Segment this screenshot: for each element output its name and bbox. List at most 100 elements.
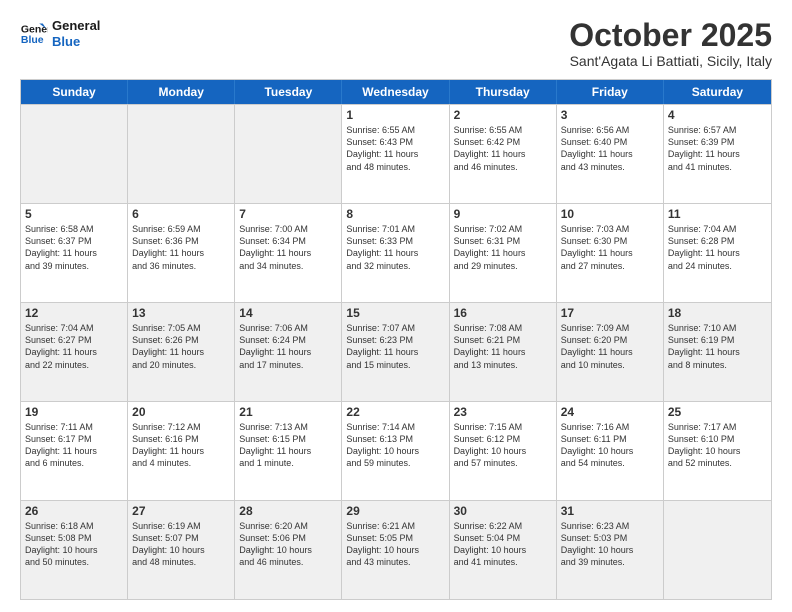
day-info: Sunrise: 7:10 AM Sunset: 6:19 PM Dayligh… [668, 322, 767, 371]
calendar-header: SundayMondayTuesdayWednesdayThursdayFrid… [21, 80, 771, 104]
day-info: Sunrise: 7:12 AM Sunset: 6:16 PM Dayligh… [132, 421, 230, 470]
calendar-cell: 4Sunrise: 6:57 AM Sunset: 6:39 PM Daylig… [664, 105, 771, 203]
calendar-cell: 15 Sunrise: 7:07 AM Sunset: 6:23 PM Dayli… [342, 303, 449, 401]
day-info: Sunrise: 7:05 AM Sunset: 6:26 PM Dayligh… [132, 322, 230, 371]
logo-line1: General [52, 18, 100, 34]
day-number: 22 [346, 405, 444, 419]
logo-icon: General Blue [20, 20, 48, 48]
day-info: Sunrise: 7:16 AM Sunset: 6:11 PM Dayligh… [561, 421, 659, 470]
header-right: October 2025 Sant'Agata Li Battiati, Sic… [569, 18, 772, 69]
calendar-cell [235, 105, 342, 203]
calendar-row: 1 Sunrise: 6:55 AM Sunset: 6:43 PM Daylig… [21, 104, 771, 203]
weekday-header: Saturday [664, 80, 771, 104]
calendar-cell: 24Sunrise: 7:16 AM Sunset: 6:11 PM Dayli… [557, 402, 664, 500]
calendar-cell: 3 Sunrise: 6:56 AM Sunset: 6:40 PM Daylig… [557, 105, 664, 203]
day-number: 23 [454, 405, 552, 419]
day-info: Sunrise: 6:55 AM Sunset: 6:43 PM Dayligh… [346, 124, 444, 173]
day-number: 2 [454, 108, 552, 122]
calendar-cell: 12Sunrise: 7:04 AM Sunset: 6:27 PM Dayli… [21, 303, 128, 401]
calendar-cell: 20 Sunrise: 7:12 AM Sunset: 6:16 PM Dayli… [128, 402, 235, 500]
logo: General Blue General Blue [20, 18, 100, 49]
page: General Blue General Blue October 2025 S… [0, 0, 792, 612]
calendar-cell: 21 Sunrise: 7:13 AM Sunset: 6:15 PM Dayli… [235, 402, 342, 500]
day-number: 29 [346, 504, 444, 518]
day-info: Sunrise: 6:18 AM Sunset: 5:08 PM Dayligh… [25, 520, 123, 569]
day-number: 20 [132, 405, 230, 419]
calendar-cell: 18 Sunrise: 7:10 AM Sunset: 6:19 PM Dayli… [664, 303, 771, 401]
logo-line2: Blue [52, 34, 100, 50]
location: Sant'Agata Li Battiati, Sicily, Italy [569, 53, 772, 69]
day-number: 16 [454, 306, 552, 320]
day-number: 14 [239, 306, 337, 320]
calendar-cell: 2 Sunrise: 6:55 AM Sunset: 6:42 PM Daylig… [450, 105, 557, 203]
calendar-cell: 10Sunrise: 7:03 AM Sunset: 6:30 PM Dayli… [557, 204, 664, 302]
day-number: 28 [239, 504, 337, 518]
day-number: 21 [239, 405, 337, 419]
calendar-cell: 1 Sunrise: 6:55 AM Sunset: 6:43 PM Daylig… [342, 105, 449, 203]
day-number: 7 [239, 207, 337, 221]
day-number: 8 [346, 207, 444, 221]
weekday-header: Friday [557, 80, 664, 104]
day-info: Sunrise: 6:20 AM Sunset: 5:06 PM Dayligh… [239, 520, 337, 569]
calendar-row: 19Sunrise: 7:11 AM Sunset: 6:17 PM Dayli… [21, 401, 771, 500]
calendar-cell: 16 Sunrise: 7:08 AM Sunset: 6:21 PM Dayli… [450, 303, 557, 401]
day-number: 19 [25, 405, 123, 419]
month-title: October 2025 [569, 18, 772, 53]
day-number: 5 [25, 207, 123, 221]
day-info: Sunrise: 7:07 AM Sunset: 6:23 PM Dayligh… [346, 322, 444, 371]
calendar-cell [128, 105, 235, 203]
day-info: Sunrise: 6:58 AM Sunset: 6:37 PM Dayligh… [25, 223, 123, 272]
calendar-cell: 9Sunrise: 7:02 AM Sunset: 6:31 PM Daylig… [450, 204, 557, 302]
calendar-cell: 17Sunrise: 7:09 AM Sunset: 6:20 PM Dayli… [557, 303, 664, 401]
calendar-cell: 11 Sunrise: 7:04 AM Sunset: 6:28 PM Dayli… [664, 204, 771, 302]
day-info: Sunrise: 6:22 AM Sunset: 5:04 PM Dayligh… [454, 520, 552, 569]
calendar-cell: 22Sunrise: 7:14 AM Sunset: 6:13 PM Dayli… [342, 402, 449, 500]
calendar-body: 1 Sunrise: 6:55 AM Sunset: 6:43 PM Daylig… [21, 104, 771, 599]
day-number: 6 [132, 207, 230, 221]
calendar-cell: 26 Sunrise: 6:18 AM Sunset: 5:08 PM Dayli… [21, 501, 128, 599]
day-number: 15 [346, 306, 444, 320]
day-info: Sunrise: 6:23 AM Sunset: 5:03 PM Dayligh… [561, 520, 659, 569]
day-number: 3 [561, 108, 659, 122]
calendar-cell: 7 Sunrise: 7:00 AM Sunset: 6:34 PM Daylig… [235, 204, 342, 302]
svg-text:Blue: Blue [21, 33, 44, 45]
calendar-cell: 28 Sunrise: 6:20 AM Sunset: 5:06 PM Dayli… [235, 501, 342, 599]
day-info: Sunrise: 6:21 AM Sunset: 5:05 PM Dayligh… [346, 520, 444, 569]
calendar-cell: 19Sunrise: 7:11 AM Sunset: 6:17 PM Dayli… [21, 402, 128, 500]
day-number: 18 [668, 306, 767, 320]
day-info: Sunrise: 7:04 AM Sunset: 6:27 PM Dayligh… [25, 322, 123, 371]
day-info: Sunrise: 7:06 AM Sunset: 6:24 PM Dayligh… [239, 322, 337, 371]
day-number: 1 [346, 108, 444, 122]
day-number: 9 [454, 207, 552, 221]
day-info: Sunrise: 6:57 AM Sunset: 6:39 PM Dayligh… [668, 124, 767, 173]
day-info: Sunrise: 6:56 AM Sunset: 6:40 PM Dayligh… [561, 124, 659, 173]
header: General Blue General Blue October 2025 S… [20, 18, 772, 69]
calendar-cell: 29 Sunrise: 6:21 AM Sunset: 5:05 PM Dayli… [342, 501, 449, 599]
day-number: 13 [132, 306, 230, 320]
day-info: Sunrise: 7:09 AM Sunset: 6:20 PM Dayligh… [561, 322, 659, 371]
calendar-cell: 31 Sunrise: 6:23 AM Sunset: 5:03 PM Dayli… [557, 501, 664, 599]
day-info: Sunrise: 7:17 AM Sunset: 6:10 PM Dayligh… [668, 421, 767, 470]
day-info: Sunrise: 7:13 AM Sunset: 6:15 PM Dayligh… [239, 421, 337, 470]
calendar-cell [664, 501, 771, 599]
calendar-cell: 27Sunrise: 6:19 AM Sunset: 5:07 PM Dayli… [128, 501, 235, 599]
weekday-header: Tuesday [235, 80, 342, 104]
day-info: Sunrise: 7:04 AM Sunset: 6:28 PM Dayligh… [668, 223, 767, 272]
calendar-cell: 5 Sunrise: 6:58 AM Sunset: 6:37 PM Daylig… [21, 204, 128, 302]
day-info: Sunrise: 7:01 AM Sunset: 6:33 PM Dayligh… [346, 223, 444, 272]
day-number: 25 [668, 405, 767, 419]
day-info: Sunrise: 6:19 AM Sunset: 5:07 PM Dayligh… [132, 520, 230, 569]
calendar-cell: 14 Sunrise: 7:06 AM Sunset: 6:24 PM Dayli… [235, 303, 342, 401]
weekday-header: Sunday [21, 80, 128, 104]
calendar-row: 26 Sunrise: 6:18 AM Sunset: 5:08 PM Dayli… [21, 500, 771, 599]
day-info: Sunrise: 7:00 AM Sunset: 6:34 PM Dayligh… [239, 223, 337, 272]
day-number: 26 [25, 504, 123, 518]
day-number: 11 [668, 207, 767, 221]
calendar: SundayMondayTuesdayWednesdayThursdayFrid… [20, 79, 772, 600]
calendar-row: 12Sunrise: 7:04 AM Sunset: 6:27 PM Dayli… [21, 302, 771, 401]
calendar-cell: 6Sunrise: 6:59 AM Sunset: 6:36 PM Daylig… [128, 204, 235, 302]
day-info: Sunrise: 6:55 AM Sunset: 6:42 PM Dayligh… [454, 124, 552, 173]
day-info: Sunrise: 7:15 AM Sunset: 6:12 PM Dayligh… [454, 421, 552, 470]
day-number: 31 [561, 504, 659, 518]
day-info: Sunrise: 7:08 AM Sunset: 6:21 PM Dayligh… [454, 322, 552, 371]
